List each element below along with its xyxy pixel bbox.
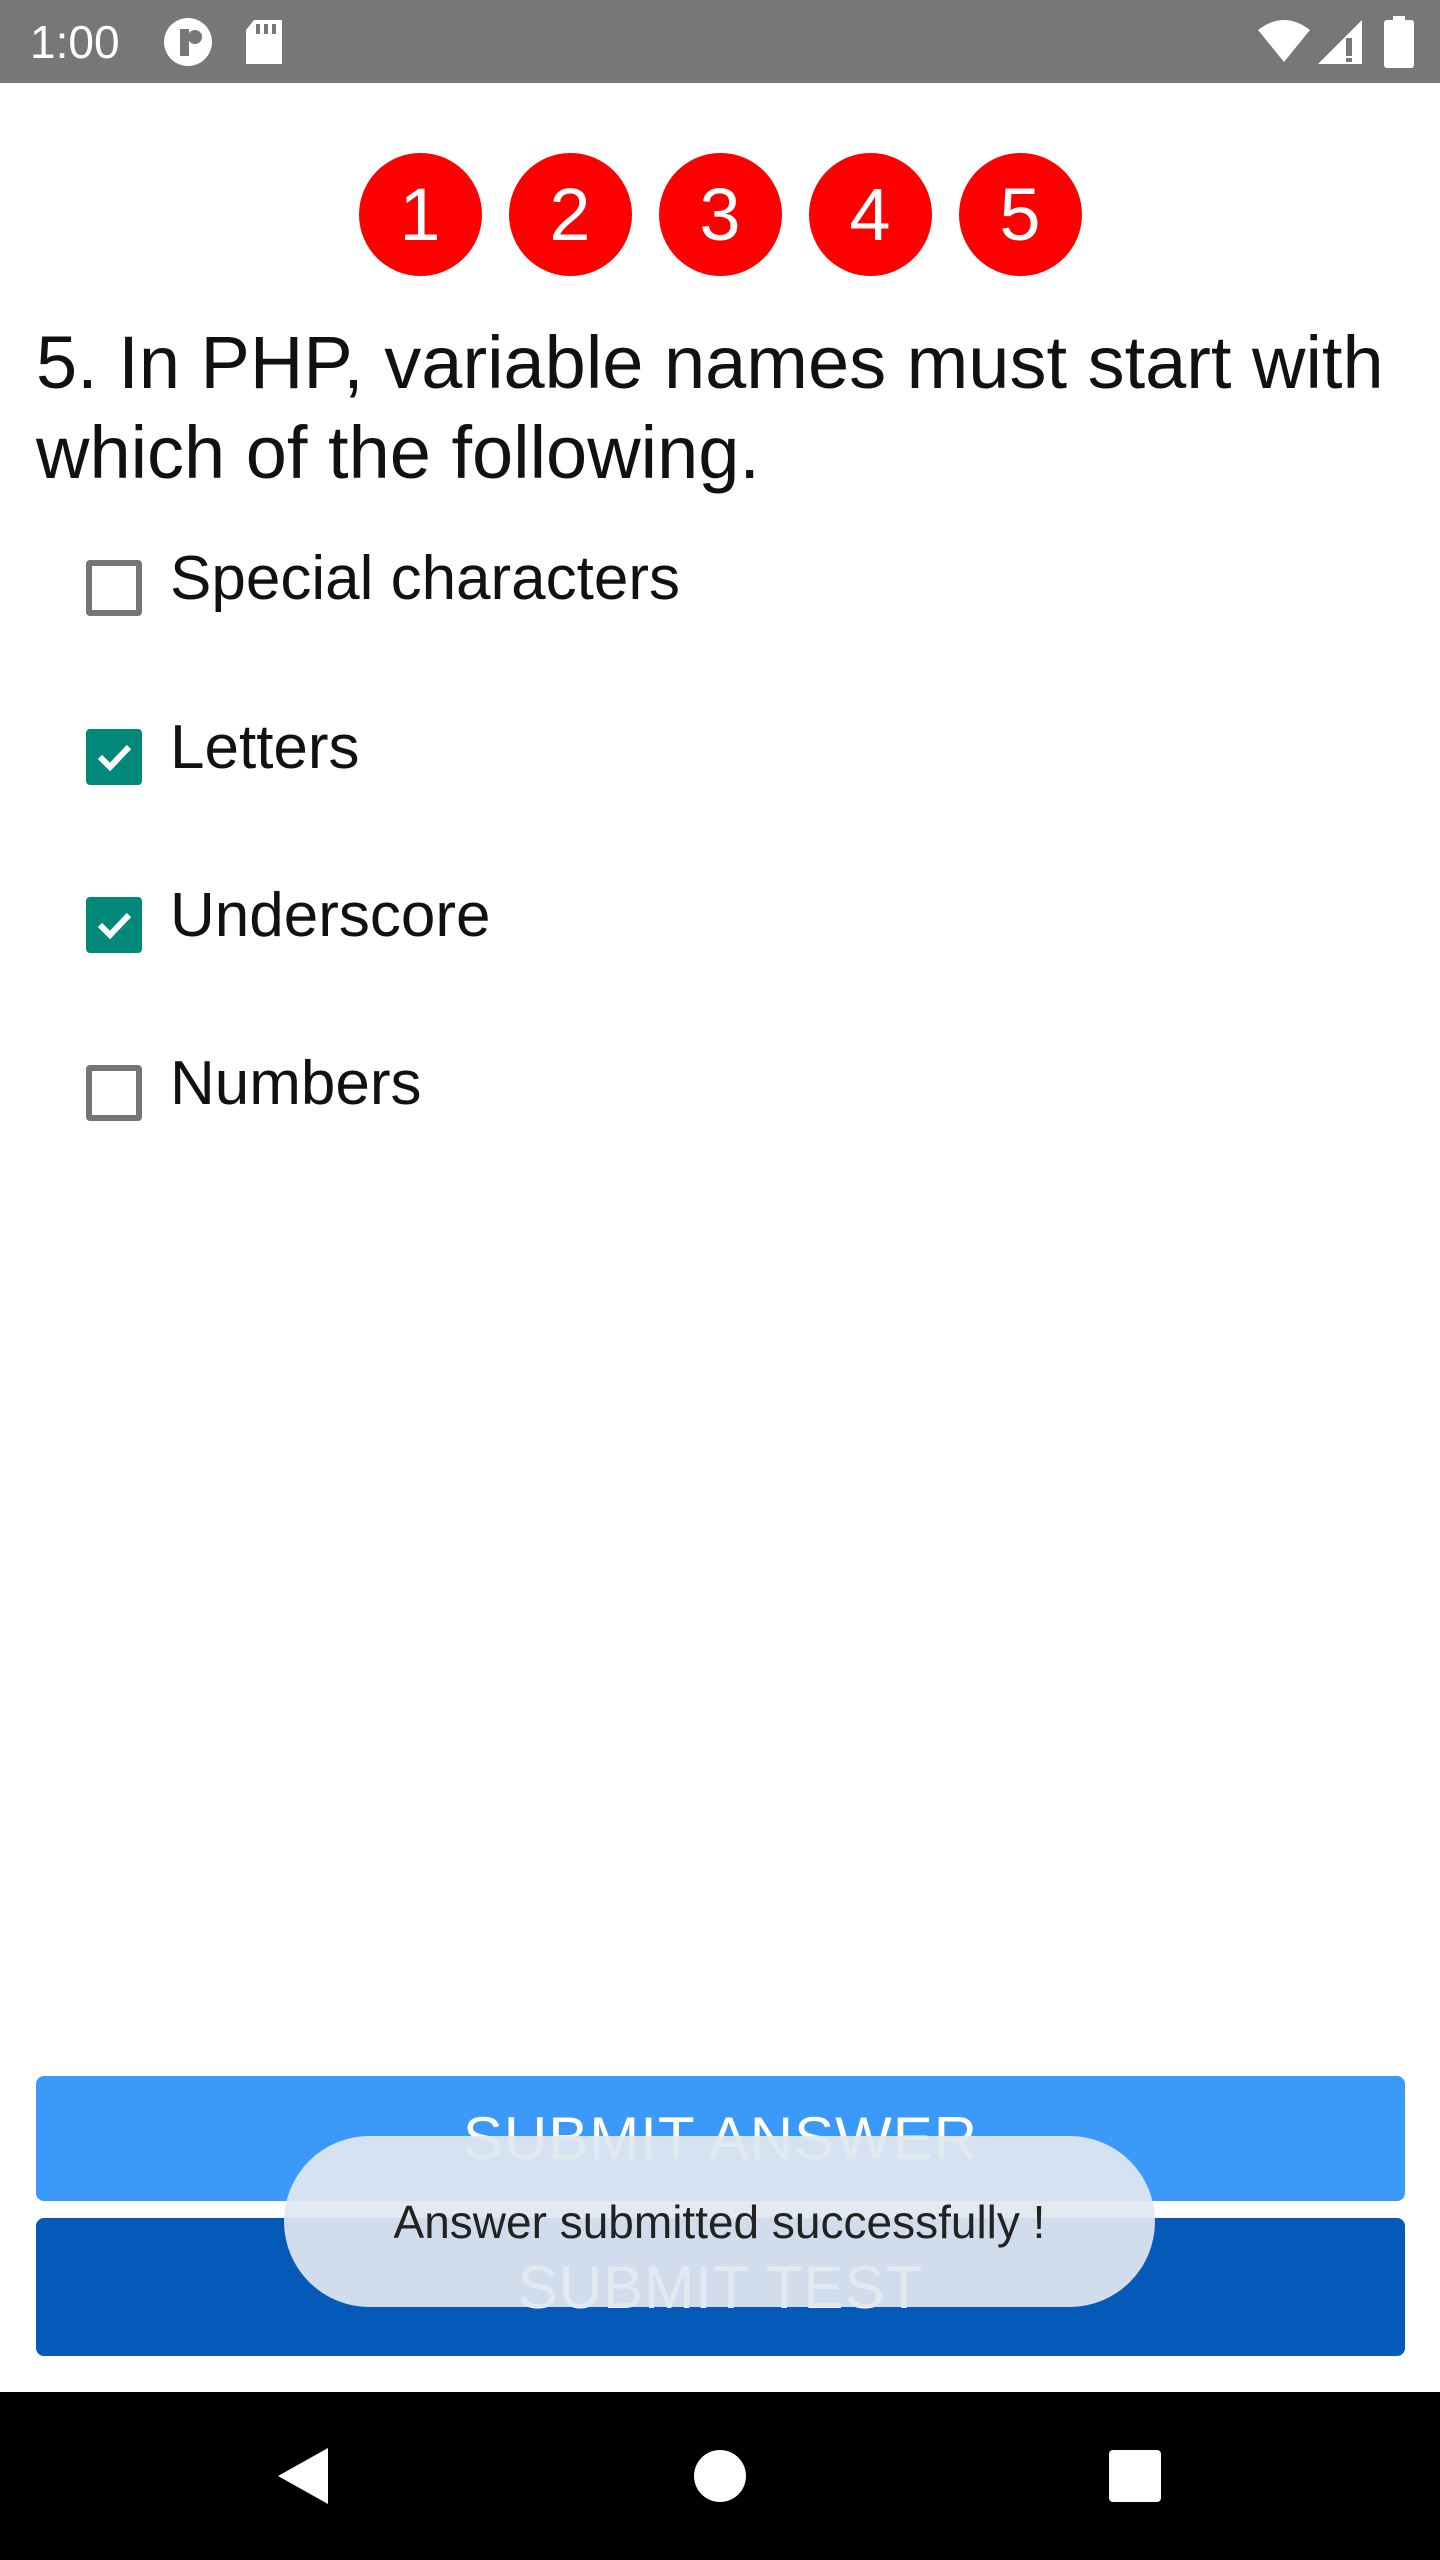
question-nav-button-4[interactable]: 4 (808, 153, 932, 276)
question-nav-button-3[interactable]: 3 (658, 153, 782, 276)
question-nav-button-1[interactable]: 1 (358, 153, 482, 276)
notification-circle-icon (162, 16, 214, 73)
recents-icon[interactable] (1075, 2392, 1195, 2560)
option-label: Special characters (170, 544, 681, 613)
checkbox-unchecked-icon[interactable] (86, 560, 142, 616)
question-text: 5. In PHP, variable names must start wit… (36, 321, 1384, 494)
option-label: Numbers (170, 1049, 422, 1118)
battery-icon (1384, 16, 1414, 73)
option-special-characters[interactable]: Special characters (86, 543, 1286, 633)
option-underscore[interactable]: Underscore (86, 880, 1286, 970)
option-letters[interactable]: Letters (86, 712, 1286, 802)
question-nav-button-2[interactable]: 2 (508, 153, 632, 276)
navigation-bar (0, 2392, 1440, 2560)
question-nav-button-5[interactable]: 5 (958, 153, 1082, 276)
option-label: Underscore (170, 881, 491, 950)
status-time: 1:00 (30, 16, 120, 68)
home-icon[interactable] (660, 2392, 780, 2560)
cell-signal-icon (1316, 18, 1364, 71)
option-label: Letters (170, 713, 360, 782)
option-numbers[interactable]: Numbers (86, 1048, 1286, 1138)
checkbox-checked-icon[interactable] (86, 729, 142, 785)
toast-message: Answer submitted successfully ! (284, 2136, 1155, 2307)
checkbox-unchecked-icon[interactable] (86, 1065, 142, 1121)
wifi-icon (1256, 18, 1312, 69)
sd-card-icon (244, 18, 284, 71)
status-bar: 1:00 (0, 0, 1440, 83)
back-icon[interactable] (242, 2392, 362, 2560)
question-navigator: 1 2 3 4 5 (0, 153, 1440, 277)
checkbox-checked-icon[interactable] (86, 897, 142, 953)
